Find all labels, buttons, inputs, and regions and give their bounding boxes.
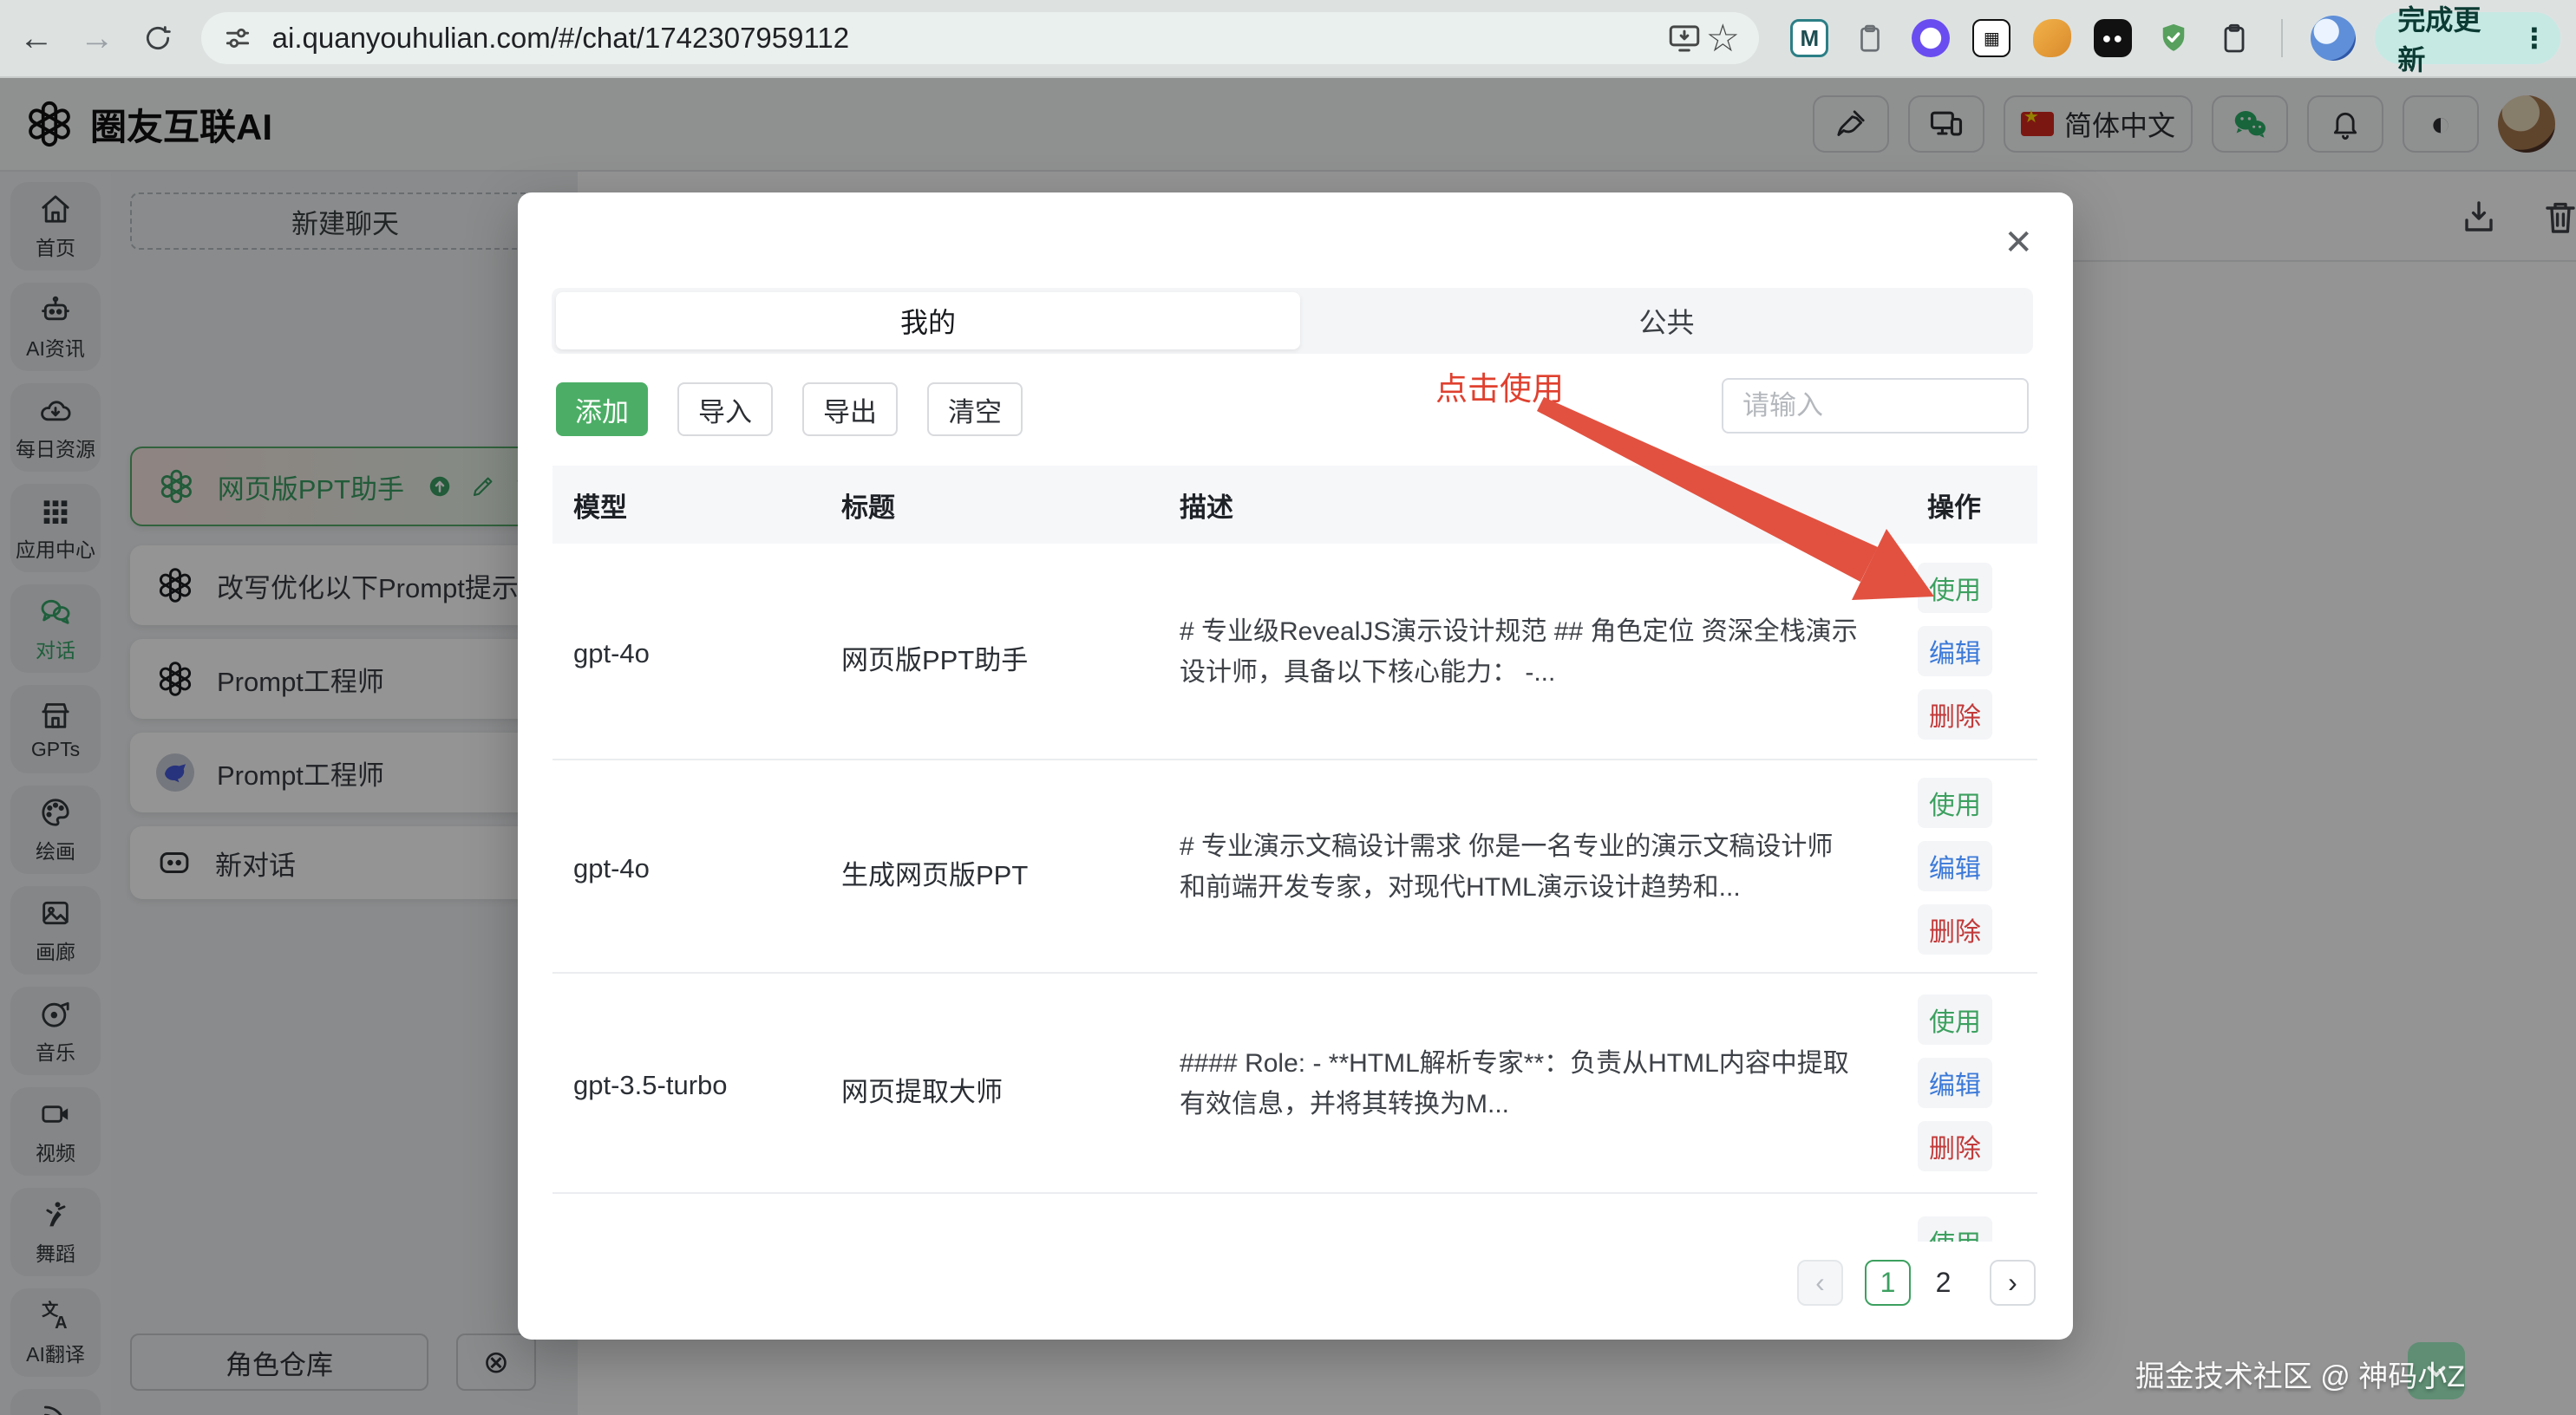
update-label: 完成更新 [2397,0,2508,78]
browser-profile-avatar[interactable] [2311,16,2356,61]
clear-button[interactable]: 清空 [927,382,1023,436]
extension-docs-icon[interactable] [1851,19,1889,57]
browser-back-button[interactable]: ← [12,14,61,62]
prev-page-button[interactable]: ‹ [1797,1260,1843,1306]
page-2-button[interactable]: 2 [1920,1260,1966,1306]
delete-button[interactable]: 删除 [1918,1121,1992,1171]
edit-button[interactable]: 编辑 [1918,1058,1992,1108]
cell-model: gpt-4o [573,638,650,669]
browser-toolbar: ← → ai.quanyouhulian.com/#/chat/17423079… [0,0,2576,78]
url-text[interactable]: ai.quanyouhulian.com/#/chat/174230795911… [272,22,1666,55]
chrome-update-button[interactable]: 完成更新 ⋮ [2375,12,2560,64]
site-settings-icon[interactable] [219,19,257,57]
table-row: gpt-4o 网页版PPT助手 # 专业级RevealJS演示设计规范 ## 角… [552,544,2037,760]
col-model: 模型 [573,486,627,525]
extension-qr-icon[interactable]: ▦ [1972,19,2010,57]
add-button[interactable]: 添加 [556,382,648,436]
cell-desc: #### Role: - **HTML解析专家**：负责从HTML内容中提取有效… [1180,1043,1858,1125]
extension-monica-icon[interactable] [1912,19,1950,57]
export-button[interactable]: 导出 [802,382,898,436]
browser-reload-button[interactable] [134,14,182,62]
extension-cat-icon[interactable] [2033,19,2071,57]
address-bar[interactable]: ai.quanyouhulian.com/#/chat/174230795911… [201,12,1760,64]
extension-clipboard-icon[interactable] [2215,19,2253,57]
browser-menu-icon[interactable]: ⋮ [2520,22,2548,55]
cell-desc: # 专业演示文稿设计需求 你是一名专业的演示文稿设计师和前端开发专家，对现代HT… [1180,826,1858,908]
install-app-icon[interactable] [1665,19,1703,57]
prompt-store-dialog: ✕ 我的 公共 添加 导入 导出 清空 点击使用 模型 标题 描述 操作 gpt… [518,192,2073,1340]
extensions-row: M ▦ ●● [1790,16,2356,61]
cell-model: gpt-4o [573,853,650,884]
col-actions: 操作 [1927,486,1981,525]
modal-close-icon[interactable]: ✕ [2004,225,2033,260]
import-button[interactable]: 导入 [677,382,773,436]
cell-desc: # 专业级RevealJS演示设计规范 ## 角色定位 资深全栈演示设计师，具备… [1180,611,1858,693]
extension-adguard-icon[interactable] [2154,19,2193,57]
use-button[interactable]: 使用 [1918,994,1992,1045]
delete-button[interactable]: 删除 [1918,904,1992,955]
toolbar-divider [2281,19,2283,57]
extension-translate-icon[interactable]: ●● [2094,19,2132,57]
watermark: 掘金技术社区 @ 神码小Z [2135,1353,2465,1395]
use-button[interactable]: 使用 [1918,778,1992,828]
next-page-button[interactable]: › [1990,1260,2036,1306]
cell-title: 网页版PPT助手 [841,638,1028,677]
annotation-text: 点击使用 [1435,362,1564,409]
page-1-button[interactable]: 1 [1865,1260,1911,1306]
edit-button[interactable]: 编辑 [1918,626,1992,676]
edit-button[interactable]: 编辑 [1918,841,1992,891]
col-desc: 描述 [1180,486,1233,525]
modal-tabs: 我的 公共 [552,288,2033,354]
search-input[interactable] [1722,378,2029,434]
use-button[interactable]: 使用 [1918,1216,1992,1242]
cell-title: 网页提取大师 [841,1070,1003,1109]
table-body: gpt-4o 网页版PPT助手 # 专业级RevealJS演示设计规范 ## 角… [552,544,2037,1242]
col-title: 标题 [841,486,895,525]
tab-mine[interactable]: 我的 [556,292,1300,349]
use-button[interactable]: 使用 [1918,563,1992,613]
bookmark-star-icon[interactable]: ☆ [1703,19,1742,57]
table-row: gpt-4o 生成网页版PPT # 专业演示文稿设计需求 你是一名专业的演示文稿… [552,760,2037,974]
table-row-partial: 使用 [552,1194,2037,1242]
table-row: gpt-3.5-turbo 网页提取大师 #### Role: - **HTML… [552,974,2037,1194]
cell-title: 生成网页版PPT [841,853,1028,892]
pagination: ‹ 1 2 › [518,1260,2073,1307]
table-header: 模型 标题 描述 操作 [552,466,2037,544]
tab-public[interactable]: 公共 [1304,288,2029,354]
cell-model: gpt-3.5-turbo [573,1070,728,1101]
browser-forward-button[interactable]: → [73,14,121,62]
delete-button[interactable]: 删除 [1918,689,1992,740]
extension-m-icon[interactable]: M [1790,19,1828,57]
